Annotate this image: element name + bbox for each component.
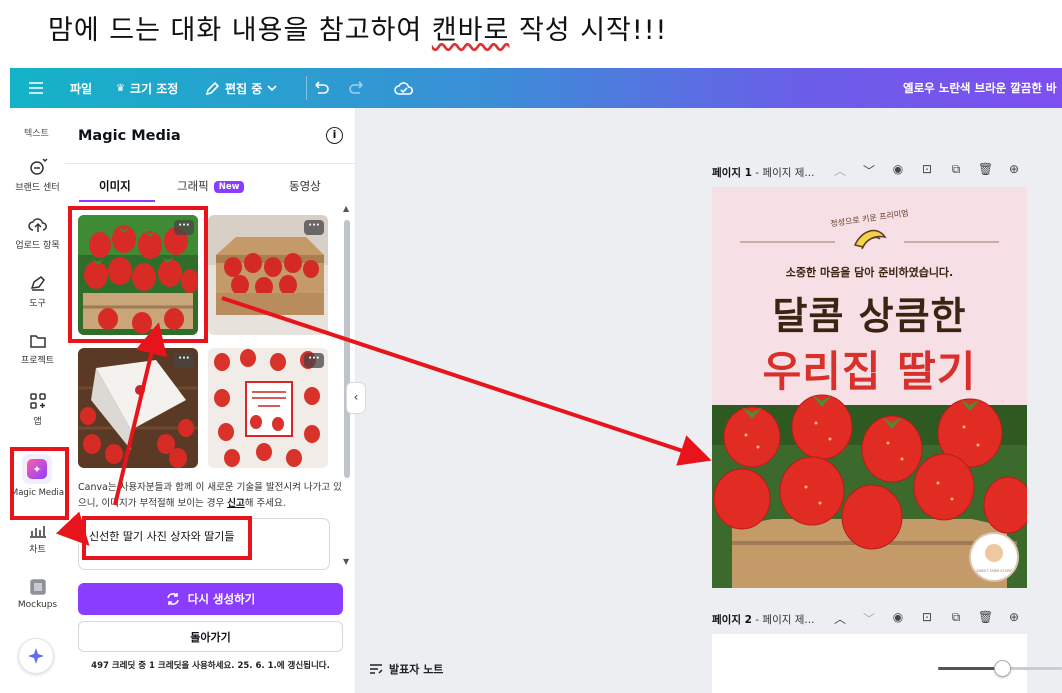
cloud-check-icon xyxy=(394,81,414,95)
redo-icon xyxy=(349,81,363,94)
credits-info: 497 크레딧 중 1 크레딧을 사용하세요. 25. 6. 1.에 갱신됩니다… xyxy=(91,661,330,671)
undo-button[interactable] xyxy=(312,81,330,95)
chevron-up-icon[interactable]: ︿ xyxy=(833,162,847,179)
upload-cloud-icon xyxy=(27,218,47,232)
notes-icon xyxy=(370,664,383,674)
magic-media-panel: Magic Media i 이미지 그래픽 New 동영상 ··· ··· ··… xyxy=(65,108,356,693)
collapse-panel-button[interactable]: ‹ xyxy=(346,382,366,414)
mockups-icon xyxy=(29,579,46,595)
pencil-icon xyxy=(205,81,220,95)
sidebar-item-apps[interactable]: 앱 xyxy=(10,392,65,427)
add-page-icon[interactable]: ⊕ xyxy=(1007,610,1021,627)
lock-icon[interactable]: ⊡ xyxy=(920,162,934,179)
duplicate-icon[interactable]: ⧉ xyxy=(949,610,963,627)
regenerate-button[interactable]: 다시 생성하기 xyxy=(78,583,343,615)
back-button[interactable]: 돌아가기 xyxy=(78,621,343,652)
chevron-down-icon[interactable]: ﹀ xyxy=(862,610,876,627)
zoom-slider-handle[interactable] xyxy=(994,660,1011,677)
sidebar-item-brand[interactable]: 브랜드 센터 xyxy=(10,156,65,193)
sidebar-item-uploads[interactable]: 업로드 항목 xyxy=(10,216,65,251)
toolbar-divider xyxy=(306,76,307,100)
trash-icon[interactable]: 🗑 xyxy=(978,162,993,179)
design-seal-text: SWEET FARM STORY xyxy=(976,569,1012,573)
active-tab-indicator xyxy=(79,200,155,202)
cloud-save-button[interactable] xyxy=(394,81,414,96)
resize-button[interactable]: ♛ 크기 조정 xyxy=(116,80,178,97)
tab-videos[interactable]: 동영상 xyxy=(289,178,321,194)
panel-scrollbar[interactable] xyxy=(344,220,350,478)
generated-image-4[interactable]: ··· xyxy=(208,348,328,468)
tab-graphics[interactable]: 그래픽 New xyxy=(177,178,245,194)
design-headline-2[interactable]: 우리집 딸기 xyxy=(712,338,1027,399)
sidebar-item-projects[interactable]: 프로젝트 xyxy=(10,333,65,366)
document-title[interactable]: 옐로우 노란색 브라운 깔끔한 바 xyxy=(903,80,1062,96)
page-2-label[interactable]: 페이지 2 - 페이지 제... xyxy=(712,612,814,627)
tab-images[interactable]: 이미지 xyxy=(99,178,131,194)
apps-grid-icon xyxy=(29,393,46,409)
pen-tool-icon xyxy=(30,276,45,291)
zoom-slider-fill xyxy=(938,667,1002,670)
left-sidebar: 텍스트 브랜드 센터 업로드 항목 도구 프로젝트 앱 ✦ Magic Medi… xyxy=(10,108,65,693)
more-options-button[interactable]: ··· xyxy=(174,353,194,368)
chart-icon xyxy=(29,526,46,538)
design-headline-1[interactable]: 달콤 상큼한 xyxy=(712,285,1027,340)
sidebar-item-label: 텍스트 xyxy=(24,129,49,139)
sidebar-item-charts[interactable]: 차트 xyxy=(10,524,65,555)
trash-icon[interactable]: 🗑 xyxy=(978,610,993,627)
file-menu-button[interactable]: 파일 xyxy=(70,80,92,97)
design-tagline[interactable]: 소중한 마음을 담아 준비하였습니다. xyxy=(712,264,1027,280)
hide-page-icon[interactable]: ◉ xyxy=(891,610,905,627)
design-page-1[interactable]: 정성으로 키운 프리미엄 소중한 마음을 담아 준비하였습니다. 달콤 상큼한 … xyxy=(712,187,1027,588)
more-options-button[interactable]: ··· xyxy=(304,353,324,368)
info-icon[interactable]: i xyxy=(326,127,343,144)
add-page-icon[interactable]: ⊕ xyxy=(1007,162,1021,179)
sparkle-icon xyxy=(28,648,44,664)
crown-icon: ♛ xyxy=(116,82,125,94)
page-2-toolbar: ︿ ﹀ ◉ ⊡ ⧉ 🗑 ⊕ xyxy=(833,610,1021,627)
magic-assistant-button[interactable] xyxy=(18,638,54,674)
panel-title: Magic Media xyxy=(78,128,181,144)
instruction-heading: 맘에 드는 대화 내용을 참고하여 캔바로 작성 시작!!! xyxy=(48,15,668,46)
brand-kit-icon xyxy=(29,158,48,175)
scroll-up-arrow[interactable]: ▲ xyxy=(343,204,349,213)
chevron-down-icon[interactable]: ﹀ xyxy=(862,162,876,179)
sidebar-item-tools[interactable]: 도구 xyxy=(10,274,65,309)
folder-icon xyxy=(29,335,46,348)
undo-icon xyxy=(315,81,329,94)
edit-mode-dropdown[interactable]: 편집 중 xyxy=(205,80,277,97)
menu-icon[interactable] xyxy=(28,81,44,95)
lock-icon[interactable]: ⊡ xyxy=(920,610,934,627)
scroll-down-arrow[interactable]: ▼ xyxy=(343,557,349,566)
annotation-box-selected-image xyxy=(68,206,208,343)
chevron-up-icon[interactable]: ︿ xyxy=(833,610,847,627)
refresh-icon xyxy=(166,593,179,605)
generated-image-2[interactable]: ··· xyxy=(208,215,328,335)
design-page-2[interactable] xyxy=(712,634,1027,693)
sidebar-item-mockups[interactable]: Mockups xyxy=(10,578,65,610)
generated-image-3[interactable]: ··· xyxy=(78,348,198,468)
new-badge: New xyxy=(213,181,245,193)
chevron-down-icon xyxy=(267,85,277,92)
annotation-box-magic-media xyxy=(10,447,69,520)
report-link[interactable]: 신고 xyxy=(227,498,244,509)
speaker-notes-button[interactable]: 발표자 노트 xyxy=(369,661,443,677)
duplicate-icon[interactable]: ⧉ xyxy=(949,162,963,179)
annotation-box-prompt xyxy=(82,516,252,560)
page-1-toolbar: ︿ ﹀ ◉ ⊡ ⧉ 🗑 ⊕ xyxy=(833,162,1021,179)
hide-page-icon[interactable]: ◉ xyxy=(891,162,905,179)
more-options-button[interactable]: ··· xyxy=(304,220,324,235)
ai-disclaimer: Canva는 사용자분들과 함께 이 새로운 기술을 발전시켜 나가고 있으니,… xyxy=(78,482,342,509)
top-toolbar: 파일 ♛ 크기 조정 편집 중 옐로우 노란색 브라운 깔끔한 바 xyxy=(10,68,1062,108)
divider xyxy=(65,163,356,164)
redo-button[interactable] xyxy=(348,81,366,95)
page-1-label[interactable]: 페이지 1 - 페이지 제... xyxy=(712,165,814,180)
